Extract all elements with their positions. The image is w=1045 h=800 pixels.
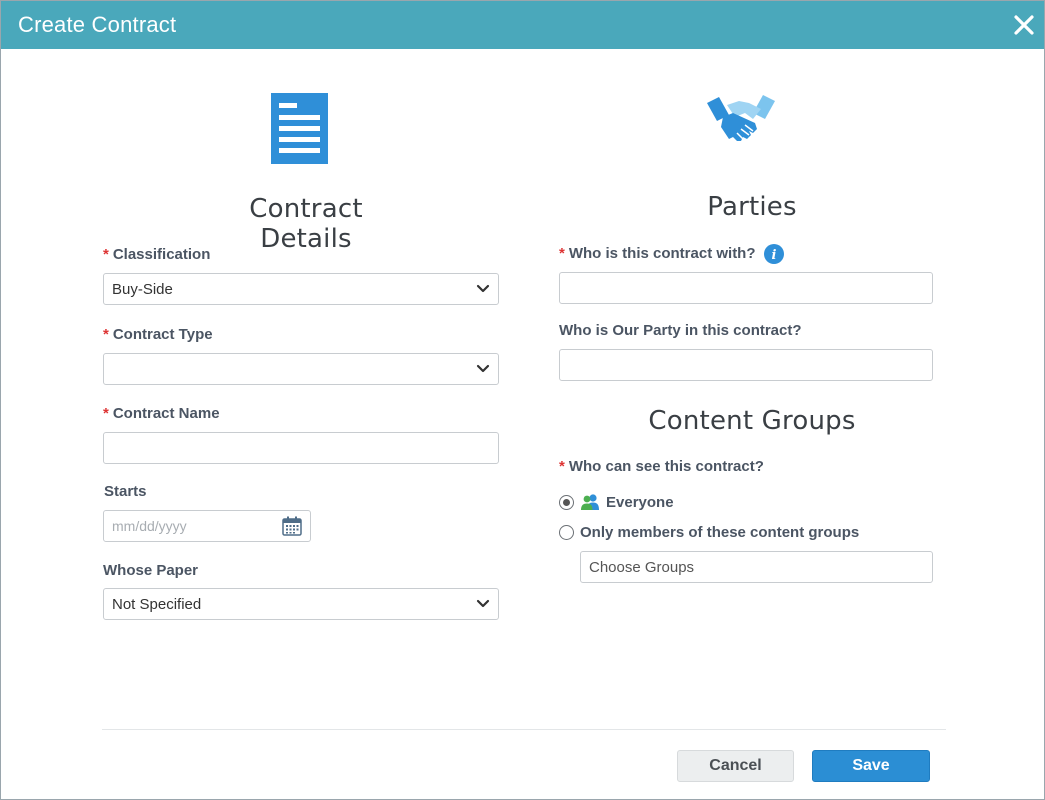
radio-content-groups-control[interactable] bbox=[559, 525, 574, 540]
who-with-input[interactable] bbox=[559, 272, 933, 304]
classification-label: * Classification bbox=[103, 246, 211, 263]
calendar-icon[interactable] bbox=[282, 516, 302, 536]
radio-everyone-control[interactable] bbox=[559, 494, 574, 510]
close-icon[interactable] bbox=[1012, 13, 1036, 37]
svg-text:i: i bbox=[772, 248, 777, 263]
save-button[interactable]: Save bbox=[812, 750, 930, 782]
cancel-button[interactable]: Cancel bbox=[677, 750, 794, 782]
who-with-field[interactable] bbox=[568, 273, 924, 303]
contract-name-input[interactable] bbox=[103, 432, 499, 464]
users-icon bbox=[580, 493, 600, 511]
our-party-label: Who is Our Party in this contract? bbox=[559, 322, 802, 339]
create-contract-dialog: Create Contract Contract Details * Classi… bbox=[0, 0, 1045, 800]
radio-content-groups-label: Only members of these content groups bbox=[580, 524, 860, 541]
contract-type-select[interactable] bbox=[103, 353, 499, 385]
our-party-field[interactable] bbox=[568, 350, 924, 380]
starts-label: Starts bbox=[104, 483, 147, 500]
document-icon bbox=[271, 93, 328, 169]
chevron-down-icon bbox=[476, 596, 490, 613]
starts-date-input[interactable] bbox=[103, 510, 311, 542]
who-with-label: * Who is this contract with? bbox=[559, 245, 756, 262]
choose-groups-text: Choose Groups bbox=[589, 558, 695, 576]
radio-everyone-label: Everyone bbox=[606, 493, 674, 511]
whose-paper-value: Not Specified bbox=[112, 595, 202, 613]
content-groups-heading: Content Groups bbox=[648, 406, 856, 436]
whose-paper-label: Whose Paper bbox=[103, 562, 199, 579]
footer-divider bbox=[102, 729, 946, 730]
chevron-down-icon bbox=[476, 361, 490, 378]
our-party-input[interactable] bbox=[559, 349, 933, 381]
contract-name-label: * Contract Name bbox=[103, 405, 220, 422]
starts-date-field[interactable] bbox=[112, 511, 282, 541]
contract-name-field[interactable] bbox=[112, 433, 490, 463]
radio-content-groups[interactable]: Only members of these content groups bbox=[559, 524, 859, 541]
info-icon[interactable]: i bbox=[764, 244, 784, 264]
choose-groups-input[interactable]: Choose Groups bbox=[580, 551, 933, 583]
dialog-title: Create Contract bbox=[18, 12, 177, 37]
contract-type-label: * Contract Type bbox=[103, 326, 213, 343]
classification-value: Buy-Side bbox=[112, 280, 173, 298]
contract-details-heading: Contract Details bbox=[249, 194, 363, 254]
whose-paper-select[interactable]: Not Specified bbox=[103, 588, 499, 620]
radio-everyone[interactable]: Everyone bbox=[559, 493, 674, 511]
handshake-icon bbox=[705, 93, 777, 150]
parties-heading: Parties bbox=[707, 192, 797, 222]
classification-select[interactable]: Buy-Side bbox=[103, 273, 499, 305]
dialog-titlebar: Create Contract bbox=[1, 1, 1044, 49]
chevron-down-icon bbox=[476, 281, 490, 298]
visibility-label: * Who can see this contract? bbox=[559, 458, 764, 475]
